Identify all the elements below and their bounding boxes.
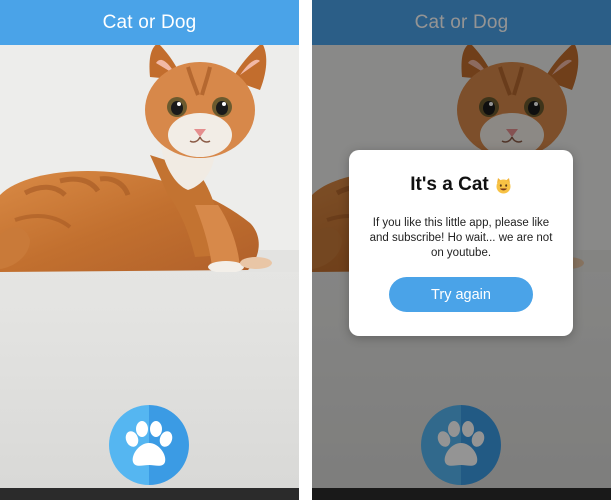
classify-button[interactable] (109, 405, 189, 485)
dialog-message: If you like this little app, please like… (369, 217, 553, 259)
result-screen: Cat or Dog It's a Cat If you like this l… (312, 0, 611, 500)
app-title: Cat or Dog (102, 11, 197, 33)
bottom-bar (0, 488, 299, 500)
paw-icon (123, 421, 175, 469)
app-bar: Cat or Dog (0, 0, 299, 45)
cat-photo (0, 45, 299, 272)
try-again-button[interactable]: Try again (389, 277, 533, 312)
result-dialog: It's a Cat If you like this little app, … (349, 150, 573, 336)
try-again-label: Try again (431, 286, 491, 303)
camera-screen: Cat or Dog (0, 0, 299, 500)
dialog-title: It's a Cat (349, 174, 573, 196)
dialog-title-text: It's a Cat (410, 174, 489, 195)
smiling-cat-emoji-icon (495, 177, 512, 194)
